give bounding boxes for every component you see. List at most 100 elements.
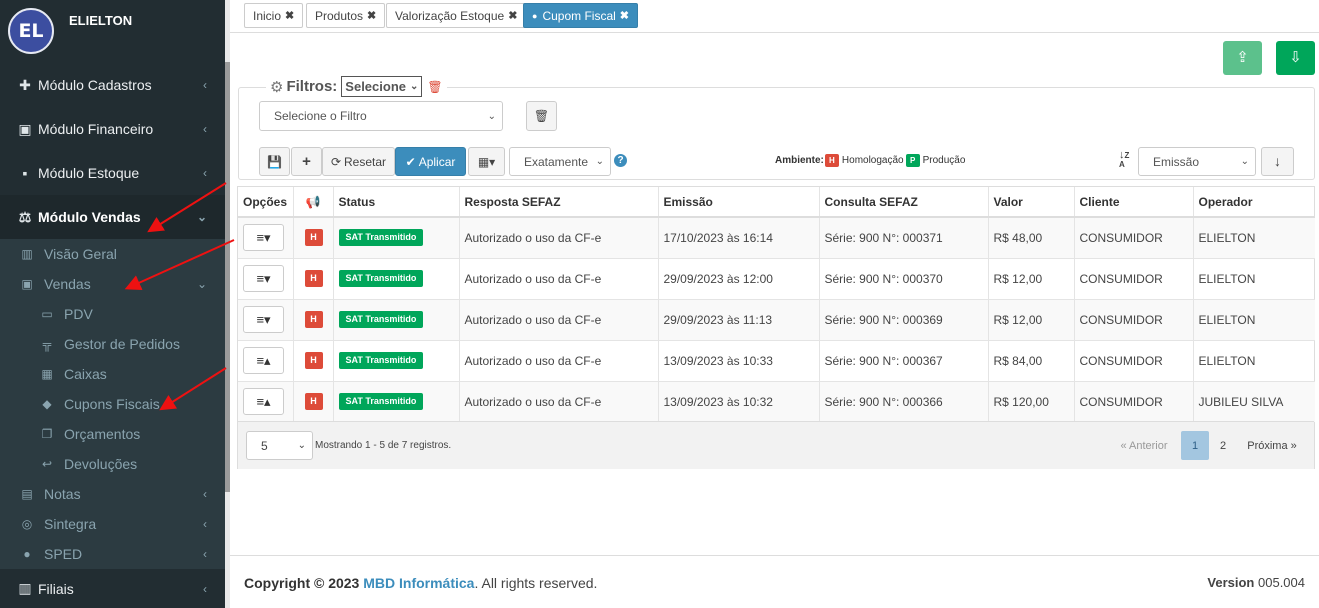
download-button[interactable]: ⇩ <box>1276 41 1315 75</box>
help-icon[interactable]: ? <box>614 154 627 167</box>
upload-icon: ⇪ <box>1236 49 1249 66</box>
menu-dropup-icon: ≡▴ <box>256 353 271 368</box>
filter-title: Filtros: <box>286 78 338 95</box>
saved-filter-select[interactable]: Selecione ⌄ <box>341 76 423 97</box>
page-2-link[interactable]: 2 <box>1210 431 1236 460</box>
page-1-link[interactable]: 1 <box>1181 431 1209 460</box>
table-row: ≡▾ H SAT Transmitido Autorizado o uso da… <box>238 216 1315 258</box>
tab-label: Produtos <box>315 8 364 23</box>
sidebar-item-vendas-sub[interactable]: ▣ Vendas ⌄ <box>0 269 225 299</box>
match-select[interactable]: Exatamente ⌄ <box>509 147 611 176</box>
tab-cupom-fiscal[interactable]: ● Cupom Fiscal ✖ <box>523 3 639 28</box>
sidebar-item-notas[interactable]: ▤ Notas ‹ <box>0 479 225 509</box>
tab-produtos[interactable]: Produtos ✖ <box>306 3 386 28</box>
cliente-cell: CONSUMIDOR <box>1074 339 1194 381</box>
sidebar-item-label: Módulo Vendas <box>38 209 141 225</box>
brand-link[interactable]: MBD Informática <box>363 575 474 591</box>
bullhorn-icon: 📢 <box>305 194 321 209</box>
tab-valorizacao-estoque[interactable]: Valorização Estoque ✖ <box>386 3 527 28</box>
options-cell: ≡▾ <box>238 216 294 258</box>
sidebar-item-pdv[interactable]: ▭ PDV <box>0 299 225 329</box>
refresh-icon: ⟳ <box>330 154 342 169</box>
next-page-link[interactable]: Próxima » <box>1238 431 1306 460</box>
col-cliente[interactable]: Cliente <box>1074 187 1194 218</box>
ambiente-legend: Ambiente: H Homologação P Produção <box>775 154 965 167</box>
sidebar-scrollbar-thumb[interactable] <box>225 62 230 492</box>
sidebar-item-cupons-fiscais[interactable]: ◆ Cupons Fiscais <box>0 389 225 419</box>
options-cell: ≡▾ <box>238 257 294 299</box>
status-badge: SAT Transmitido <box>338 393 424 411</box>
tab-inicio[interactable]: Inicio ✖ <box>244 3 304 28</box>
sidebar-item-devolucoes[interactable]: ↩ Devoluções <box>0 449 225 479</box>
col-emissao[interactable]: Emissão <box>658 187 820 218</box>
sidebar-item-gestor-pedidos[interactable]: ╦ Gestor de Pedidos <box>0 329 225 359</box>
sidebar-item-caixas[interactable]: ▦ Caixas <box>0 359 225 389</box>
row-options-button[interactable]: ≡▴ <box>243 347 284 374</box>
download-icon: ⇩ <box>1289 49 1302 66</box>
trash-icon[interactable]: 🗑 <box>427 80 442 94</box>
row-options-button[interactable]: ≡▾ <box>243 265 284 292</box>
columns-button[interactable]: ▦▾ <box>468 147 505 176</box>
delete-filter-button[interactable]: 🗑 <box>526 101 557 131</box>
sort-direction-button[interactable]: ↓ <box>1261 147 1294 176</box>
add-filter-button[interactable]: + <box>291 147 322 176</box>
sidebar-item-estoque[interactable]: ▪ Módulo Estoque ‹ <box>0 151 225 195</box>
apply-label: Aplicar <box>418 154 456 169</box>
row-options-button[interactable]: ≡▴ <box>243 388 284 416</box>
row-options-button[interactable]: ≡▾ <box>243 224 284 252</box>
save-filter-button[interactable]: 💾 <box>259 147 290 176</box>
avatar[interactable]: EL <box>8 8 54 54</box>
close-icon[interactable]: ✖ <box>508 9 517 22</box>
page-footer: Copyright © 2023 MBD Informática. All ri… <box>230 555 1319 608</box>
filter-legend: ⚙ Filtros: Selecione ⌄ 🗑 <box>266 76 447 97</box>
arrow-down-icon: ↓ <box>1274 153 1281 169</box>
chevron-left-icon: ‹ <box>203 166 207 180</box>
sidebar-item-label: Devoluções <box>64 456 138 472</box>
sidebar-item-sintegra[interactable]: ◎ Sintegra ‹ <box>0 509 225 539</box>
homologacao-badge: H <box>824 154 839 167</box>
producao-badge: P <box>905 154 920 167</box>
upload-button[interactable]: ⇪ <box>1223 41 1262 75</box>
sidebar-item-label: SPED <box>44 546 83 562</box>
reply-icon: ↩ <box>41 457 53 471</box>
apply-button[interactable]: ✔ Aplicar <box>395 147 466 176</box>
tab-bar: Inicio ✖ Produtos ✖ Valorização Estoque ✖ ●… <box>230 0 1319 33</box>
col-valor[interactable]: Valor <box>988 187 1075 218</box>
close-icon[interactable]: ✖ <box>620 9 629 22</box>
box-icon: ▪ <box>22 165 28 181</box>
sidebar-item-financeiro[interactable]: ▣ Módulo Financeiro ‹ <box>0 107 225 151</box>
menu-dropdown-icon: ≡▾ <box>256 312 271 327</box>
col-resposta-sefaz[interactable]: Resposta SEFAZ <box>459 187 659 218</box>
status-cell: SAT Transmitido <box>333 216 460 258</box>
status-cell: SAT Transmitido <box>333 339 460 381</box>
status-cell: SAT Transmitido <box>333 298 460 340</box>
status-badge: SAT Transmitido <box>338 270 424 287</box>
sidebar-item-cadastros[interactable]: ✚ Módulo Cadastros ‹ <box>0 63 225 107</box>
copy-icon: ❐ <box>41 427 53 441</box>
sidebar-item-visao-geral[interactable]: ▥ Visão Geral <box>0 239 225 269</box>
chevron-down-icon: ⌄ <box>196 210 207 224</box>
close-icon[interactable]: ✖ <box>285 9 294 22</box>
chevron-left-icon: ‹ <box>203 581 207 596</box>
prev-page-link[interactable]: « Anterior <box>1114 431 1174 460</box>
col-operador[interactable]: Operador <box>1193 187 1315 218</box>
emissao-cell: 29/09/2023 às 11:13 <box>658 298 820 340</box>
sidebar-item-filiais[interactable]: ▥ Filiais ‹ <box>0 569 225 608</box>
col-ambiente[interactable]: 📢 <box>293 187 334 218</box>
sort-select[interactable]: Emissão ⌄ <box>1138 147 1256 176</box>
sidebar-item-orcamentos[interactable]: ❐ Orçamentos <box>0 419 225 449</box>
row-options-button[interactable]: ≡▾ <box>243 306 284 333</box>
sidebar-item-label: Filiais <box>38 580 74 597</box>
col-consulta-sefaz[interactable]: Consulta SEFAZ <box>819 187 989 218</box>
reset-button[interactable]: ⟳ Resetar <box>322 147 395 176</box>
cupons-table-container: Opções 📢 Status Resposta SEFAZ Emissão C… <box>237 186 1315 469</box>
col-status[interactable]: Status <box>333 187 460 218</box>
close-icon[interactable]: ✖ <box>367 9 376 22</box>
page-size-select[interactable]: 5 ⌄ <box>246 431 313 460</box>
sidebar-item-sped[interactable]: ● SPED ‹ <box>0 539 225 569</box>
col-opcoes[interactable]: Opções <box>238 187 294 218</box>
filter-select[interactable]: Selecione o Filtro ⌄ <box>259 101 503 131</box>
sidebar-item-vendas[interactable]: ⚖ Módulo Vendas ⌄ <box>0 195 225 239</box>
sidebar: EL ELIELTON ✚ Módulo Cadastros ‹ ▣ Módul… <box>0 0 225 608</box>
sidebar-item-label: Módulo Financeiro <box>38 121 154 137</box>
